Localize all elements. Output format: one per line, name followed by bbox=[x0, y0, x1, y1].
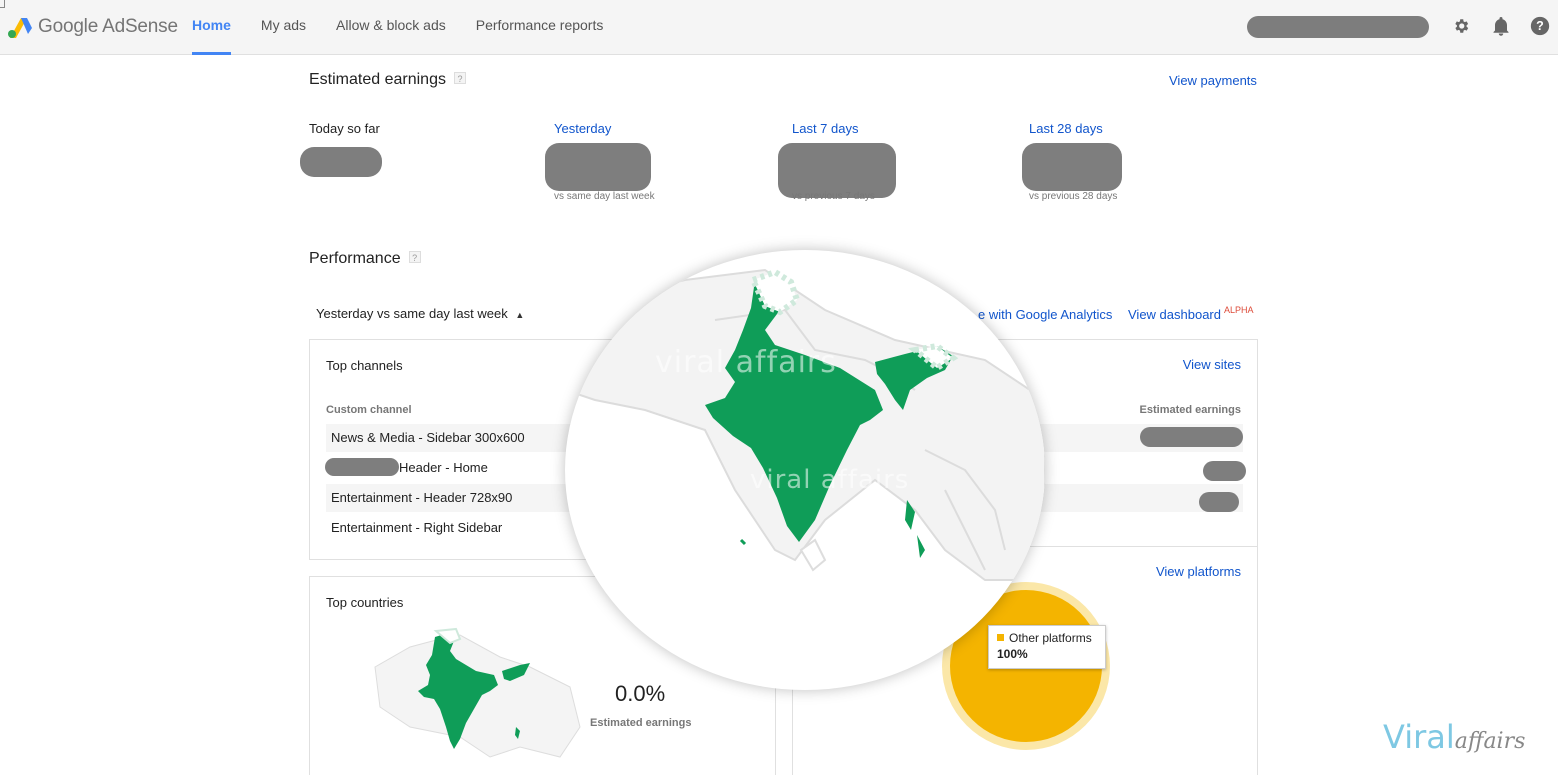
view-platforms-link[interactable]: View platforms bbox=[1156, 564, 1241, 579]
app-name: Google AdSense bbox=[38, 16, 178, 37]
help-icon[interactable]: ? bbox=[1529, 15, 1551, 37]
brand-primary: Viral bbox=[1383, 718, 1455, 756]
col-estimated-earnings: Estimated earnings bbox=[1139, 404, 1241, 416]
date-range-value: Yesterday vs same day last week bbox=[316, 306, 508, 321]
period-28days-link[interactable]: Last 28 days bbox=[1029, 121, 1103, 136]
view-sites-link[interactable]: View sites bbox=[1183, 357, 1241, 372]
view-payments-link[interactable]: View payments bbox=[1169, 73, 1257, 88]
legend-swatch bbox=[997, 634, 1004, 641]
top-channels-title: Top channels bbox=[326, 358, 403, 373]
tooltip-label: Other platforms bbox=[1009, 631, 1092, 645]
earnings-value-redacted bbox=[1140, 427, 1243, 447]
brand-watermark-logo: Viralaffairs bbox=[1383, 718, 1525, 756]
yesterday-value-redacted bbox=[545, 143, 651, 191]
performance-section: Performance? bbox=[309, 250, 421, 268]
28days-compare-label: vs previous 28 days bbox=[1029, 191, 1118, 202]
nav-home[interactable]: Home bbox=[177, 0, 246, 55]
channel-name: Header - Home bbox=[399, 460, 488, 475]
main-nav: Home My ads Allow & block ads Performanc… bbox=[177, 0, 618, 55]
window-corner-mark bbox=[0, 0, 5, 8]
top-countries-title: Top countries bbox=[326, 595, 404, 610]
performance-title: Performance bbox=[309, 250, 401, 267]
period-today-label: Today so far bbox=[309, 121, 380, 136]
svg-text:?: ? bbox=[1536, 19, 1544, 33]
channel-name: Entertainment - Header 728x90 bbox=[331, 490, 513, 505]
adsense-logo[interactable]: Google AdSense bbox=[8, 13, 178, 41]
adsense-logo-icon bbox=[8, 18, 32, 38]
28days-value-redacted bbox=[1022, 143, 1122, 191]
today-value-redacted bbox=[300, 147, 382, 177]
gear-icon[interactable] bbox=[1450, 15, 1472, 37]
tooltip-value: 100% bbox=[997, 647, 1028, 661]
nav-my-ads[interactable]: My ads bbox=[246, 0, 321, 55]
analytics-link[interactable]: e with Google Analytics bbox=[978, 307, 1112, 322]
watermark-text: viral affairs bbox=[655, 345, 837, 380]
period-yesterday-link[interactable]: Yesterday bbox=[554, 121, 611, 136]
channel-name: Entertainment - Right Sidebar bbox=[331, 520, 503, 535]
pie-tooltip: Other platforms 100% bbox=[988, 625, 1106, 669]
help-badge-icon[interactable]: ? bbox=[408, 251, 421, 263]
top-bar: Google AdSense Home My ads Allow & block… bbox=[0, 0, 1558, 55]
map-magnifier-overlay: viral affairs viral affairs bbox=[565, 250, 1045, 690]
view-dashboard-link[interactable]: View dashboard bbox=[1128, 307, 1221, 322]
nav-allow-block-ads[interactable]: Allow & block ads bbox=[321, 0, 461, 55]
channel-name: News & Media - Sidebar 300x600 bbox=[331, 430, 525, 445]
countries-earnings-value: 0.0% bbox=[615, 681, 666, 706]
countries-map[interactable] bbox=[370, 627, 590, 767]
help-badge-icon[interactable]: ? bbox=[453, 72, 466, 84]
earnings-value-redacted bbox=[1203, 461, 1246, 481]
period-7days-link[interactable]: Last 7 days bbox=[792, 121, 859, 136]
sort-arrows-icon: ▲ bbox=[515, 310, 525, 320]
7days-compare-label: vs previous 7 days bbox=[792, 191, 875, 202]
account-email-redacted[interactable] bbox=[1247, 16, 1429, 38]
nav-performance-reports[interactable]: Performance reports bbox=[461, 0, 619, 55]
channel-prefix-redacted bbox=[325, 458, 399, 476]
col-custom-channel: Custom channel bbox=[326, 404, 412, 416]
brand-secondary: affairs bbox=[1454, 729, 1526, 754]
bell-icon[interactable] bbox=[1490, 15, 1512, 37]
7days-value-redacted bbox=[778, 143, 896, 198]
estimated-earnings-section: Estimated earnings? bbox=[309, 71, 466, 89]
date-range-select[interactable]: Yesterday vs same day last week ▲ bbox=[316, 306, 524, 321]
yesterday-compare-label: vs same day last week bbox=[554, 191, 655, 202]
estimated-earnings-title: Estimated earnings bbox=[309, 71, 446, 88]
alpha-badge: ALPHA bbox=[1224, 305, 1254, 315]
watermark-text: viral affairs bbox=[750, 465, 910, 495]
countries-earnings-label: Estimated earnings bbox=[590, 717, 692, 729]
earnings-value-redacted bbox=[1199, 492, 1239, 512]
